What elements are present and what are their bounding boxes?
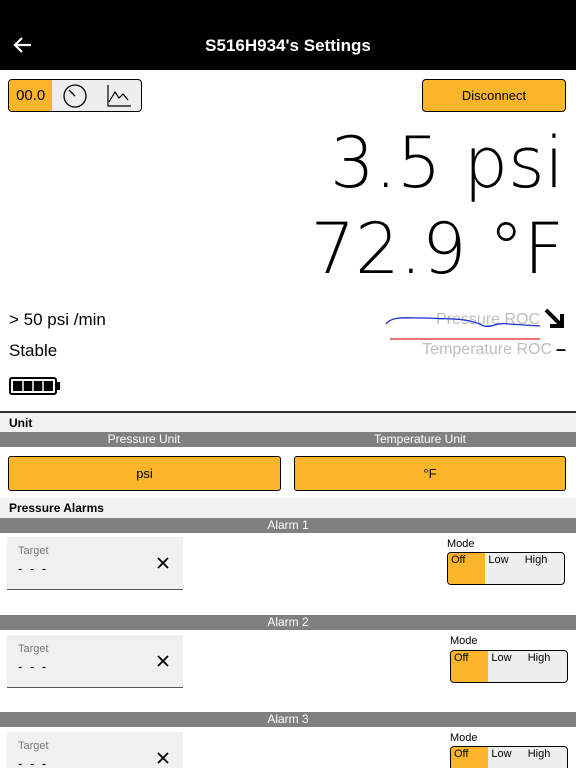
temperature-reading: 72.9 °F <box>310 208 564 290</box>
top-app-bar: S516H934's Settings <box>0 0 576 70</box>
target-value[interactable]: - - - <box>18 756 48 768</box>
temperature-unit-button[interactable]: °F <box>294 456 566 491</box>
close-icon[interactable] <box>155 750 171 766</box>
gauge-icon <box>62 83 87 108</box>
display-mode-selector[interactable]: 00.0 <box>8 79 142 112</box>
temperature-trend-symbol: – <box>556 339 567 359</box>
pressure-unit-label: Pressure Unit <box>107 432 181 446</box>
alarm-2-mode-high[interactable]: High <box>525 651 567 682</box>
alarm-2-mode-label: Mode <box>450 635 478 647</box>
target-label: Target <box>18 545 49 557</box>
alarm-1-header: Alarm 1 <box>0 518 576 533</box>
temperature-unit-label: Temperature Unit <box>373 432 467 446</box>
target-value[interactable]: - - - <box>18 561 48 576</box>
temperature-roc-value: Stable <box>9 341 58 360</box>
alarm-2-header: Alarm 2 <box>0 615 576 630</box>
pressure-reading: 3.5 psi <box>330 122 564 204</box>
alarm-2-mode-selector[interactable]: Off Low High <box>450 650 568 683</box>
unit-section-title: Unit <box>0 413 576 433</box>
arrow-down-right-icon <box>544 308 564 328</box>
pressure-unit-button[interactable]: psi <box>8 456 281 491</box>
pressure-roc-line <box>385 317 541 328</box>
close-icon[interactable] <box>155 555 171 571</box>
alarm-1-mode-high[interactable]: High <box>522 553 564 584</box>
alarm-2-target-field[interactable]: Target - - - <box>7 635 183 688</box>
alarm-2-mode-off[interactable]: Off <box>451 651 489 682</box>
target-label: Target <box>18 643 49 655</box>
alarm-3-mode-high[interactable]: High <box>525 747 567 768</box>
alarm-1-mode-selector[interactable]: Off Low High <box>447 552 565 585</box>
pressure-alarms-title: Pressure Alarms <box>0 498 576 518</box>
close-icon[interactable] <box>155 653 171 669</box>
alarm-1-mode-off[interactable]: Off <box>448 553 486 584</box>
battery-icon <box>9 377 60 395</box>
line-graph-icon <box>107 84 131 107</box>
unit-labels-bar: Pressure Unit Temperature Unit <box>0 432 576 447</box>
graph-mode-button[interactable] <box>97 80 141 111</box>
alarm-2-mode-low[interactable]: Low <box>488 651 524 682</box>
roc-trend-lines <box>385 317 541 340</box>
alarm-3-header: Alarm 3 <box>0 712 576 727</box>
page-title: S516H934's Settings <box>205 36 371 55</box>
alarm-3-mode-off[interactable]: Off <box>451 747 489 768</box>
target-value[interactable]: - - - <box>18 659 48 674</box>
disconnect-button[interactable]: Disconnect <box>422 79 566 112</box>
gauge-mode-button[interactable] <box>52 80 96 111</box>
alarm-3-mode-low[interactable]: Low <box>488 747 524 768</box>
alarm-3-mode-selector[interactable]: Off Low High <box>450 746 568 768</box>
alarm-1-mode-low[interactable]: Low <box>485 553 521 584</box>
target-label: Target <box>18 740 49 752</box>
alarm-3-mode-label: Mode <box>450 732 478 744</box>
alarm-3-target-field[interactable]: Target - - - <box>7 732 183 768</box>
alarm-1-target-field[interactable]: Target - - - <box>7 537 183 590</box>
alarm-1-mode-label: Mode <box>447 538 475 550</box>
pressure-roc-value: > 50 psi /min <box>9 310 106 329</box>
digital-mode-button[interactable]: 00.0 <box>9 80 53 111</box>
